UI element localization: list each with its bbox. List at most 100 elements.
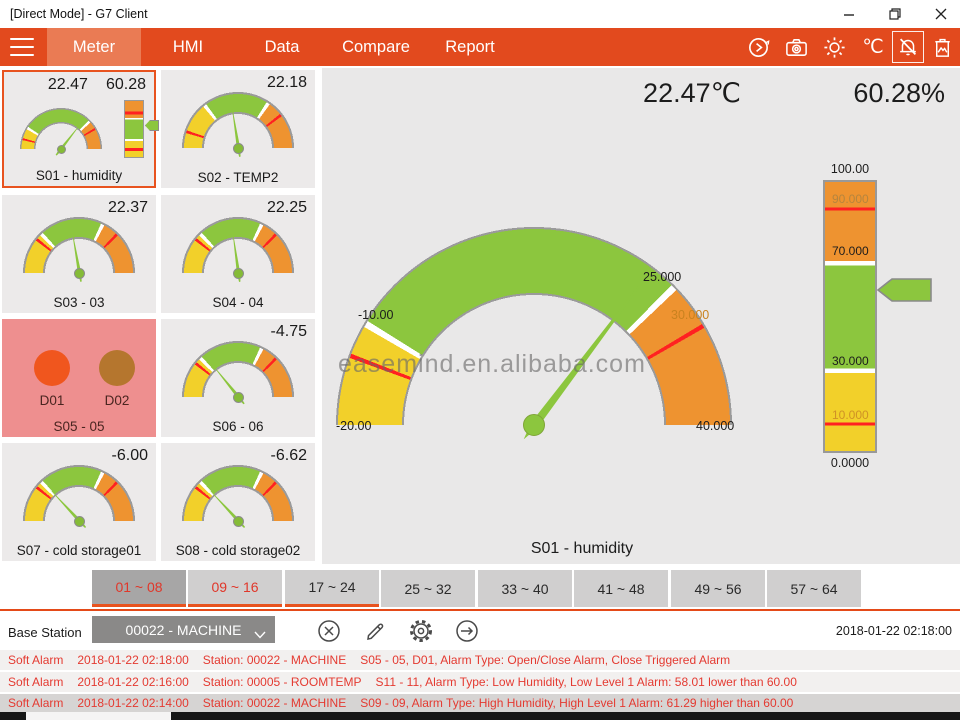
minimize-button[interactable] xyxy=(838,6,860,22)
range-tab-17-24[interactable]: 17 ~ 24 xyxy=(285,570,379,607)
mini-gauge xyxy=(23,465,135,521)
bar-label-10: 10.000 xyxy=(832,408,869,422)
tile-value: -6.62 xyxy=(271,447,307,465)
mini-gauge xyxy=(23,217,135,273)
range-tab-33-40[interactable]: 33 ~ 40 xyxy=(478,570,572,607)
gauge-hub xyxy=(74,516,85,527)
alarm-station: Station: 00022 - MACHINE xyxy=(203,696,346,710)
tile-value: 22.18 xyxy=(267,74,307,92)
range-tab-label: 49 ~ 56 xyxy=(694,581,741,597)
selected-sensor-title: S01 - humidity xyxy=(322,540,842,558)
range-tab-label: 33 ~ 40 xyxy=(501,581,548,597)
humidity-readout: 60.28% xyxy=(830,78,945,109)
mini-gauge xyxy=(182,217,294,273)
tile-value: -6.00 xyxy=(112,447,148,465)
gauge-label-low: -10.00 xyxy=(358,308,393,322)
range-tab-01-08[interactable]: 01 ~ 08 xyxy=(92,570,186,607)
gauge-hub xyxy=(74,268,85,279)
meter-tile-s02[interactable]: 22.18 S02 - TEMP2 xyxy=(161,70,315,188)
refresh-icon[interactable] xyxy=(745,34,771,60)
mini-bar-gauge xyxy=(124,100,144,158)
tile-value: -4.75 xyxy=(271,323,307,341)
tab-hmi-label: HMI xyxy=(173,38,203,57)
tab-report[interactable]: Report xyxy=(423,28,517,66)
edit-icon[interactable] xyxy=(362,618,388,644)
bar-label-30: 30.000 xyxy=(832,354,869,368)
meter-tile-s05[interactable]: D01 D02 S05 - 05 xyxy=(2,319,156,437)
alarm-row-3[interactable]: Soft Alarm2018-01-22 02:14:00Station: 00… xyxy=(0,694,960,712)
cancel-icon[interactable] xyxy=(316,618,342,644)
alarm-station: Station: 00022 - MACHINE xyxy=(203,653,346,667)
tab-data[interactable]: Data xyxy=(235,28,329,66)
alarm-message: S09 - 09, Alarm Type: High Humidity, Hig… xyxy=(360,696,793,710)
gauge-label-high: 25.000 xyxy=(643,270,681,284)
range-tab-57-64[interactable]: 57 ~ 64 xyxy=(767,570,861,607)
tile-label: S08 - cold storage02 xyxy=(161,543,315,558)
meter-tile-s03[interactable]: 22.37 S03 - 03 xyxy=(2,195,156,313)
tile-label: S03 - 03 xyxy=(2,295,156,310)
base-station-label: Base Station xyxy=(8,625,82,640)
tab-hmi[interactable]: HMI xyxy=(141,28,235,66)
tile-label: S04 - 04 xyxy=(161,295,315,310)
tile-label: S01 - humidity xyxy=(4,168,154,183)
watermark: easemind.en.alibaba.com xyxy=(338,350,646,379)
tab-report-label: Report xyxy=(445,38,495,57)
bar-label-top: 100.00 xyxy=(823,162,877,176)
scrollbar-thumb[interactable] xyxy=(26,712,171,720)
meter-tile-s04[interactable]: 22.25 S04 - 04 xyxy=(161,195,315,313)
section-divider xyxy=(0,609,960,611)
gauge-label-alarm-high: 30.000 xyxy=(671,308,709,322)
bar-label-70: 70.000 xyxy=(832,244,869,258)
tab-compare-label: Compare xyxy=(342,38,410,57)
alarm-message: S11 - 11, Alarm Type: Low Humidity, Low … xyxy=(376,675,797,689)
settings-gear-icon[interactable] xyxy=(408,618,434,644)
close-button[interactable] xyxy=(930,6,952,22)
gauge-hub xyxy=(233,268,244,279)
main-bar-gauge: 90.000 70.000 30.000 10.000 xyxy=(823,180,877,453)
gauge-hub xyxy=(233,516,244,527)
alarm-mute-icon[interactable] xyxy=(892,31,924,63)
meter-tile-s07[interactable]: -6.00 S07 - cold storage01 xyxy=(2,443,156,561)
tile-label: S02 - TEMP2 xyxy=(161,170,315,185)
brightness-icon[interactable] xyxy=(821,34,847,60)
range-tab-09-16[interactable]: 09 ~ 16 xyxy=(188,570,282,607)
tile-value: 22.25 xyxy=(267,199,307,217)
bar-label-90: 90.000 xyxy=(832,192,869,206)
main-gauge xyxy=(336,227,732,425)
tab-compare[interactable]: Compare xyxy=(329,28,423,66)
chevron-down-icon xyxy=(254,626,266,642)
restore-button[interactable] xyxy=(884,6,906,22)
alarm-type: Soft Alarm xyxy=(8,653,63,667)
tile-value-humidity: 60.28 xyxy=(106,76,146,94)
tab-meter[interactable]: Meter xyxy=(47,28,141,66)
range-tab-25-32[interactable]: 25 ~ 32 xyxy=(381,570,475,607)
meter-tile-s01[interactable]: 22.47 60.28 S01 - humidity xyxy=(2,70,156,188)
alarm-row-1[interactable]: Soft Alarm2018-01-22 02:18:00Station: 00… xyxy=(0,650,960,670)
celsius-icon[interactable]: ℃ xyxy=(856,34,890,60)
export-icon[interactable] xyxy=(454,618,480,644)
delete-image-icon[interactable] xyxy=(929,34,955,60)
alarm-row-2[interactable]: Soft Alarm2018-01-22 02:16:00Station: 00… xyxy=(0,672,960,692)
mini-gauge xyxy=(182,465,294,521)
title-bar: [Direct Mode] - G7 Client xyxy=(0,0,960,28)
range-tab-41-48[interactable]: 41 ~ 48 xyxy=(574,570,668,607)
camera-icon[interactable] xyxy=(783,34,809,60)
alarm-message: S05 - 05, D01, Alarm Type: Open/Close Al… xyxy=(360,653,730,667)
mini-gauge xyxy=(20,108,102,149)
gauge-ring xyxy=(336,227,732,425)
range-tab-49-56[interactable]: 49 ~ 56 xyxy=(671,570,765,607)
range-tab-label: 25 ~ 32 xyxy=(404,581,451,597)
station-select[interactable]: 00022 - MACHINE xyxy=(92,616,275,643)
meter-tile-s06[interactable]: -4.75 S06 - 06 xyxy=(161,319,315,437)
menu-icon[interactable] xyxy=(10,38,34,56)
tile-value: 22.37 xyxy=(108,199,148,217)
gauge-label-min: -20.00 xyxy=(336,419,371,433)
temperature-readout: 22.47℃ xyxy=(600,78,784,109)
tile-values: 22.47 60.28 xyxy=(48,76,146,94)
horizontal-scrollbar[interactable] xyxy=(0,712,960,720)
tile-label: S06 - 06 xyxy=(161,419,315,434)
range-tab-label: 01 ~ 08 xyxy=(115,579,162,595)
celsius-glyph: ℃ xyxy=(862,36,883,59)
tab-meter-label: Meter xyxy=(73,38,115,57)
meter-tile-s08[interactable]: -6.62 S08 - cold storage02 xyxy=(161,443,315,561)
